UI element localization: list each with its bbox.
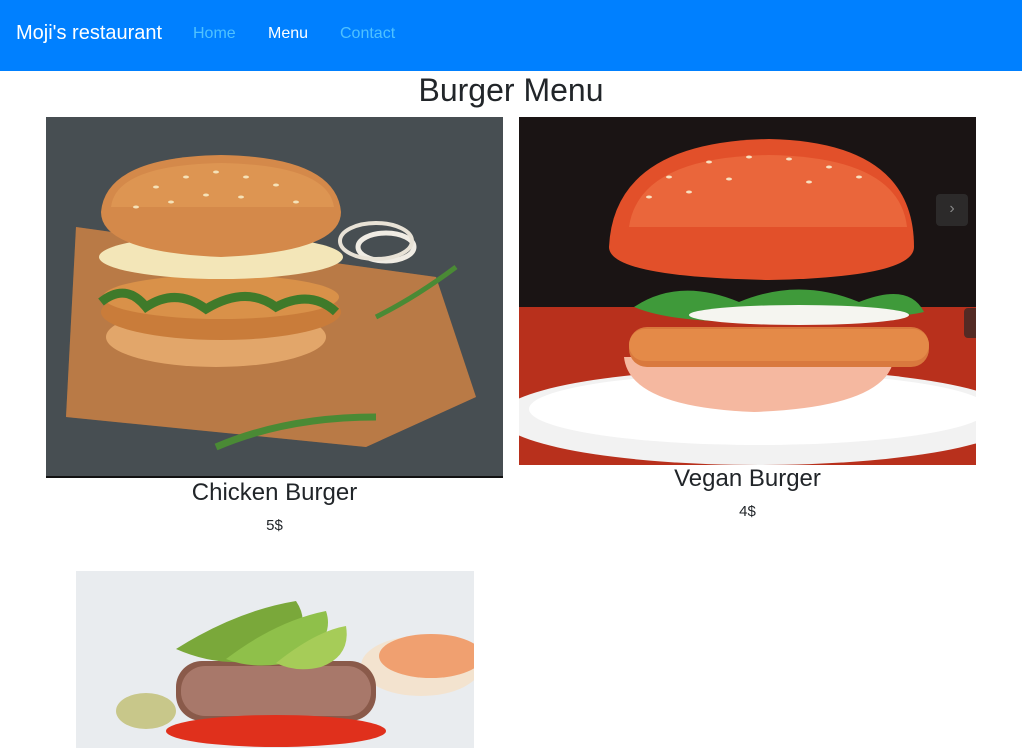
item-price-chicken: 5$ — [266, 517, 283, 534]
item-title-vegan: Vegan Burger — [674, 465, 821, 492]
avocado-burger-image — [76, 571, 474, 748]
chicken-burger-image — [46, 117, 503, 478]
brand-link[interactable]: Moji's restaurant — [16, 22, 162, 45]
nav-link-home[interactable]: Home — [193, 25, 236, 43]
page-title: Burger Menu — [418, 72, 604, 108]
carousel-next-button[interactable]: › — [936, 194, 968, 226]
top-navbar: Moji's restaurant Home Menu Contact — [0, 0, 1022, 71]
item-title-chicken: Chicken Burger — [191, 479, 358, 506]
nav-link-contact[interactable]: Contact — [340, 25, 395, 43]
nav-link-menu[interactable]: Menu — [268, 25, 308, 43]
item-price-vegan: 4$ — [739, 503, 756, 520]
chevron-right-icon: › — [949, 200, 955, 217]
vegan-burger-image — [519, 117, 976, 465]
scroll-edge-tab[interactable] — [964, 308, 976, 338]
